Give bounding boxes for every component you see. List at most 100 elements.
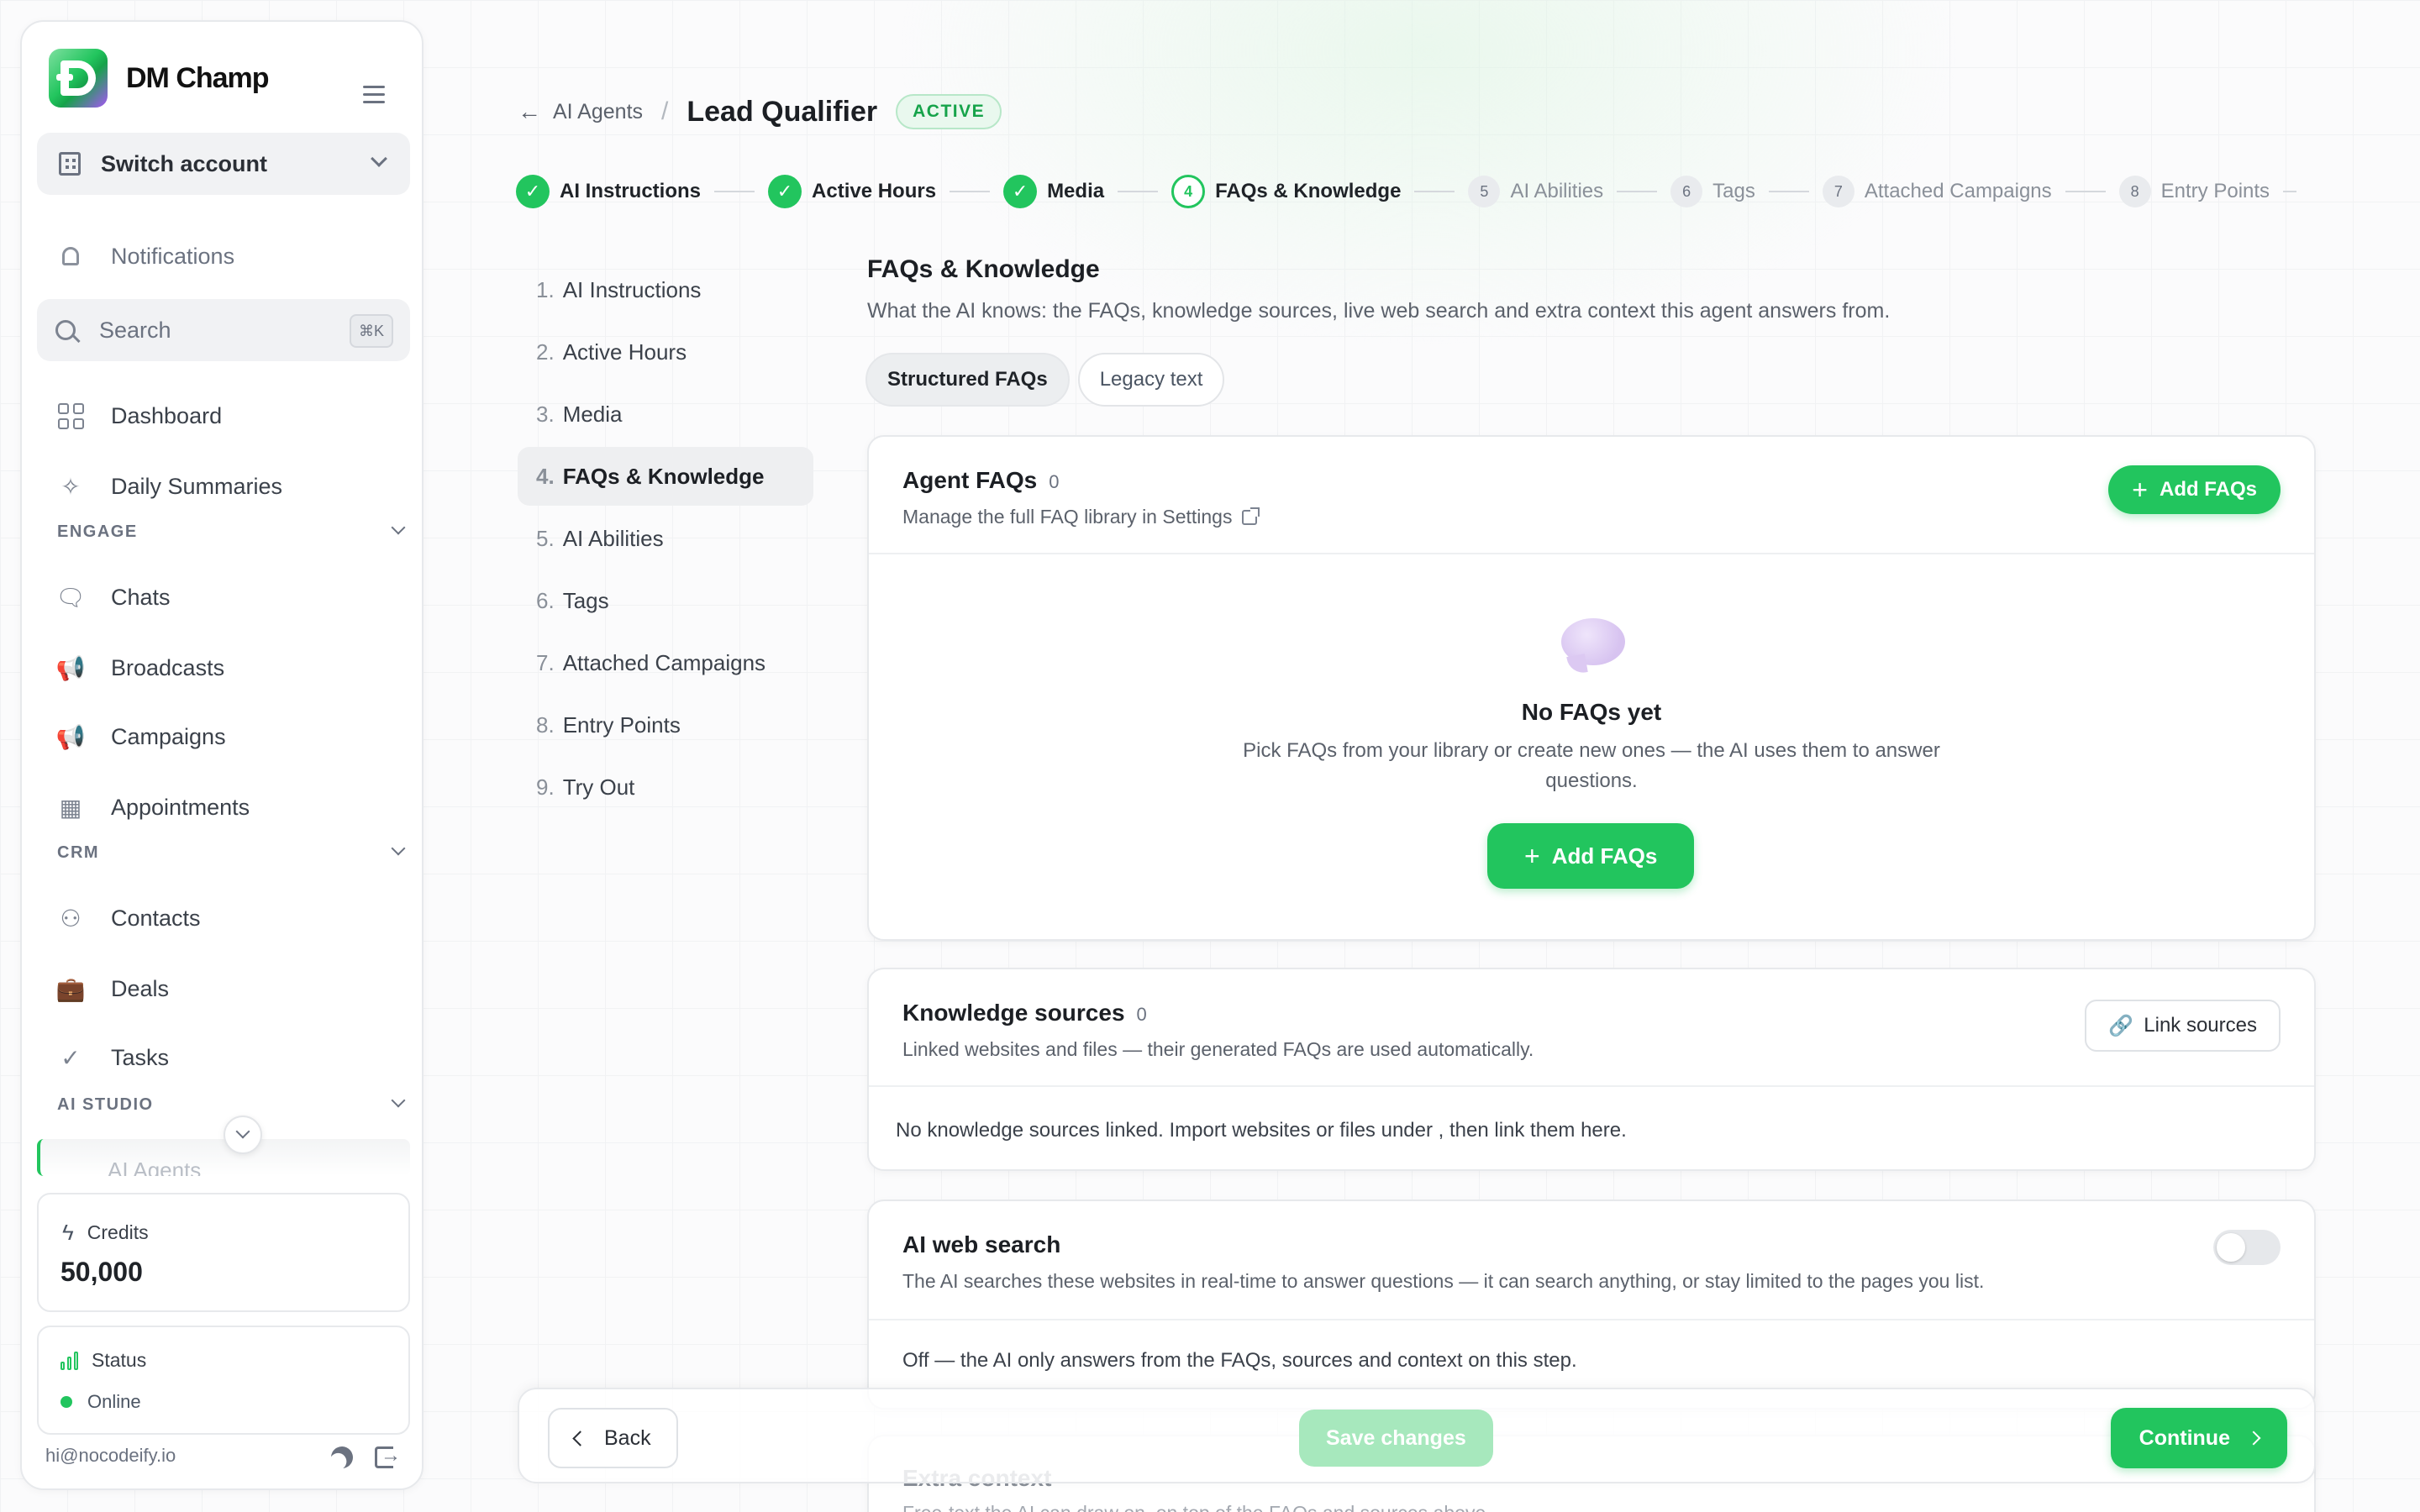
bell-icon	[55, 241, 86, 271]
subnav-number: 9.	[536, 774, 555, 800]
status-label: Status	[92, 1349, 147, 1371]
subnav-item[interactable]: 2. Active Hours	[518, 323, 813, 381]
step-tags[interactable]: 6 Tags	[1670, 176, 1755, 207]
panel-title: Agent FAQs	[902, 467, 1038, 493]
subnav-item[interactable]: 5. AI Abilities	[518, 509, 813, 568]
subnav-item[interactable]: 6. Tags	[518, 571, 813, 630]
switch-account-label: Switch account	[101, 150, 268, 176]
building-icon	[59, 152, 81, 176]
page-title: Lead Qualifier	[687, 95, 878, 128]
subnav-item[interactable]: 3. Media	[518, 385, 813, 444]
add-faqs-empty-button[interactable]: + Add FAQs	[1487, 823, 1695, 889]
tab-structured-faqs[interactable]: Structured FAQs	[865, 353, 1070, 407]
step-ai-instructions[interactable]: ✓ AI Instructions	[516, 175, 701, 208]
check-circle-icon: ✓	[60, 1044, 81, 1071]
step-label: Media	[1047, 180, 1105, 202]
button-label: Add FAQs	[1551, 843, 1658, 869]
sidebar-item-daily-summaries[interactable]: ✧ Daily Summaries	[55, 465, 282, 507]
sidebar-item-contacts[interactable]: ⚇ Contacts	[55, 897, 201, 939]
panel-subtitle: Free-text the AI can draw on, on top of …	[902, 1502, 1491, 1512]
notifications-link[interactable]: Notifications	[55, 235, 234, 277]
stepper: ✓ AI Instructions ✓ Active Hours ✓ Media 4F…	[516, 173, 2310, 210]
section-crm[interactable]: CRM	[57, 841, 406, 863]
subnav-item[interactable]: 7. Attached Campaigns	[518, 633, 813, 692]
back-button[interactable]: Back	[548, 1408, 678, 1468]
button-label: Continue	[2139, 1425, 2230, 1450]
sidebar-item-label: Campaigns	[111, 723, 226, 749]
sidebar-item-dashboard[interactable]: Dashboard	[55, 395, 222, 437]
subnav-label: Active Hours	[562, 339, 687, 365]
sidebar-item-label: Contacts	[111, 905, 201, 931]
bolt-icon: ϟ	[62, 1220, 74, 1245]
sidebar-item-tasks[interactable]: ✓ Tasks	[55, 1037, 169, 1079]
button-label: Back	[604, 1425, 651, 1450]
knowledge-sources-panel: Knowledge sources 0 Linked websites and f…	[867, 968, 2316, 1171]
breadcrumb-parent-link[interactable]: AI Agents	[553, 100, 643, 124]
subnav-item[interactable]: 1. AI Instructions	[518, 260, 813, 319]
step-attached-campaigns[interactable]: 7 Attached Campaigns	[1822, 176, 2052, 207]
faq-count: 0	[1049, 471, 1060, 492]
sidebar-item-broadcasts[interactable]: 📢 Broadcasts	[55, 647, 225, 689]
step-number: 6	[1670, 176, 1703, 207]
section-subtitle: What the AI knows: the FAQs, knowledge s…	[867, 299, 1891, 323]
continue-button[interactable]: Continue	[2110, 1408, 2287, 1468]
subnav-item[interactable]: 9. Try Out	[518, 758, 813, 816]
save-changes-button[interactable]: Save changes	[1299, 1410, 1493, 1467]
status-value: Online	[87, 1391, 141, 1412]
shortcut-badge: ⌘K	[350, 314, 393, 348]
arrow-left-icon[interactable]: ←	[518, 98, 541, 125]
subnav-item-active[interactable]: 4. FAQs & Knowledge	[518, 447, 813, 506]
step-label: AI Instructions	[560, 180, 702, 202]
sidebar-item-label: Chats	[111, 584, 171, 610]
sources-count: 0	[1136, 1004, 1147, 1025]
web-search-toggle[interactable]	[2213, 1230, 2281, 1265]
section-ai-studio[interactable]: AI STUDIO	[57, 1093, 406, 1115]
step-ai-abilities[interactable]: 5 AI Abilities	[1468, 176, 1603, 207]
agent-faqs-panel: Agent FAQs 0 Manage the full FAQ library …	[867, 435, 2316, 941]
manage-faq-link[interactable]: Manage the full FAQ library in Settings	[902, 506, 1260, 528]
search-icon	[55, 320, 76, 340]
empty-state-title: No FAQs yet	[1521, 699, 1662, 725]
sidebar-item-chats[interactable]: 🗨 Chats	[55, 576, 171, 618]
notifications-label: Notifications	[111, 243, 235, 269]
manage-faq-label: Manage the full FAQ library in Settings	[902, 506, 1233, 528]
step-media[interactable]: ✓ Media	[1003, 175, 1104, 208]
button-label: Link sources	[2144, 1014, 2257, 1037]
sidebar-item-appointments[interactable]: ▦ Appointments	[55, 786, 250, 828]
subnav-item[interactable]: 8. Entry Points	[518, 696, 813, 754]
moon-icon[interactable]	[328, 1443, 355, 1471]
sidebar-item-label: Daily Summaries	[111, 473, 283, 499]
step-number: 4	[1171, 175, 1206, 208]
search-input[interactable]: Search ⌘K	[37, 299, 410, 361]
scroll-down-button[interactable]	[224, 1116, 262, 1154]
add-faqs-button[interactable]: + Add FAQs	[2108, 465, 2281, 514]
grid-icon	[55, 401, 86, 431]
step-active-hours[interactable]: ✓ Active Hours	[768, 175, 936, 208]
chevron-right-icon	[2246, 1431, 2261, 1446]
subnav-number: 2.	[536, 339, 555, 365]
breadcrumb-separator: /	[661, 97, 669, 125]
logout-icon[interactable]	[375, 1444, 401, 1468]
step-faqs-knowledge[interactable]: 4 FAQs & Knowledge	[1171, 175, 1401, 208]
chevron-down-icon	[391, 1093, 406, 1108]
sidebar-item-campaigns[interactable]: 📢 Campaigns	[55, 716, 226, 758]
sidebar-item-label: Tasks	[111, 1044, 170, 1070]
brand[interactable]: DM Champ	[49, 49, 270, 108]
sidebar-item-deals[interactable]: 💼 Deals	[55, 968, 169, 1010]
step-entry-points[interactable]: 8 Entry Points	[2118, 176, 2270, 207]
status-card: Status Online	[37, 1326, 410, 1435]
subnav-label: Attached Campaigns	[562, 649, 766, 675]
switch-account-button[interactable]: Switch account	[37, 133, 410, 195]
menu-icon[interactable]	[363, 86, 385, 108]
web-search-note: Off — the AI only answers from the FAQs,…	[902, 1349, 1577, 1372]
sidebar-item-ai-agents[interactable]: AI Agents	[37, 1139, 410, 1176]
sidebar-item-label: Dashboard	[111, 402, 223, 428]
credits-label: Credits	[87, 1221, 149, 1243]
subnav-number: 8.	[536, 711, 555, 738]
link-sources-button[interactable]: 🔗 Link sources	[2085, 1000, 2281, 1052]
tab-legacy-text[interactable]: Legacy text	[1077, 353, 1225, 407]
subnav-label: Entry Points	[562, 711, 681, 738]
section-engage[interactable]: ENGAGE	[57, 520, 406, 542]
credits-card: ϟ Credits 50,000	[37, 1193, 410, 1312]
panel-title: AI web search	[902, 1231, 1061, 1257]
